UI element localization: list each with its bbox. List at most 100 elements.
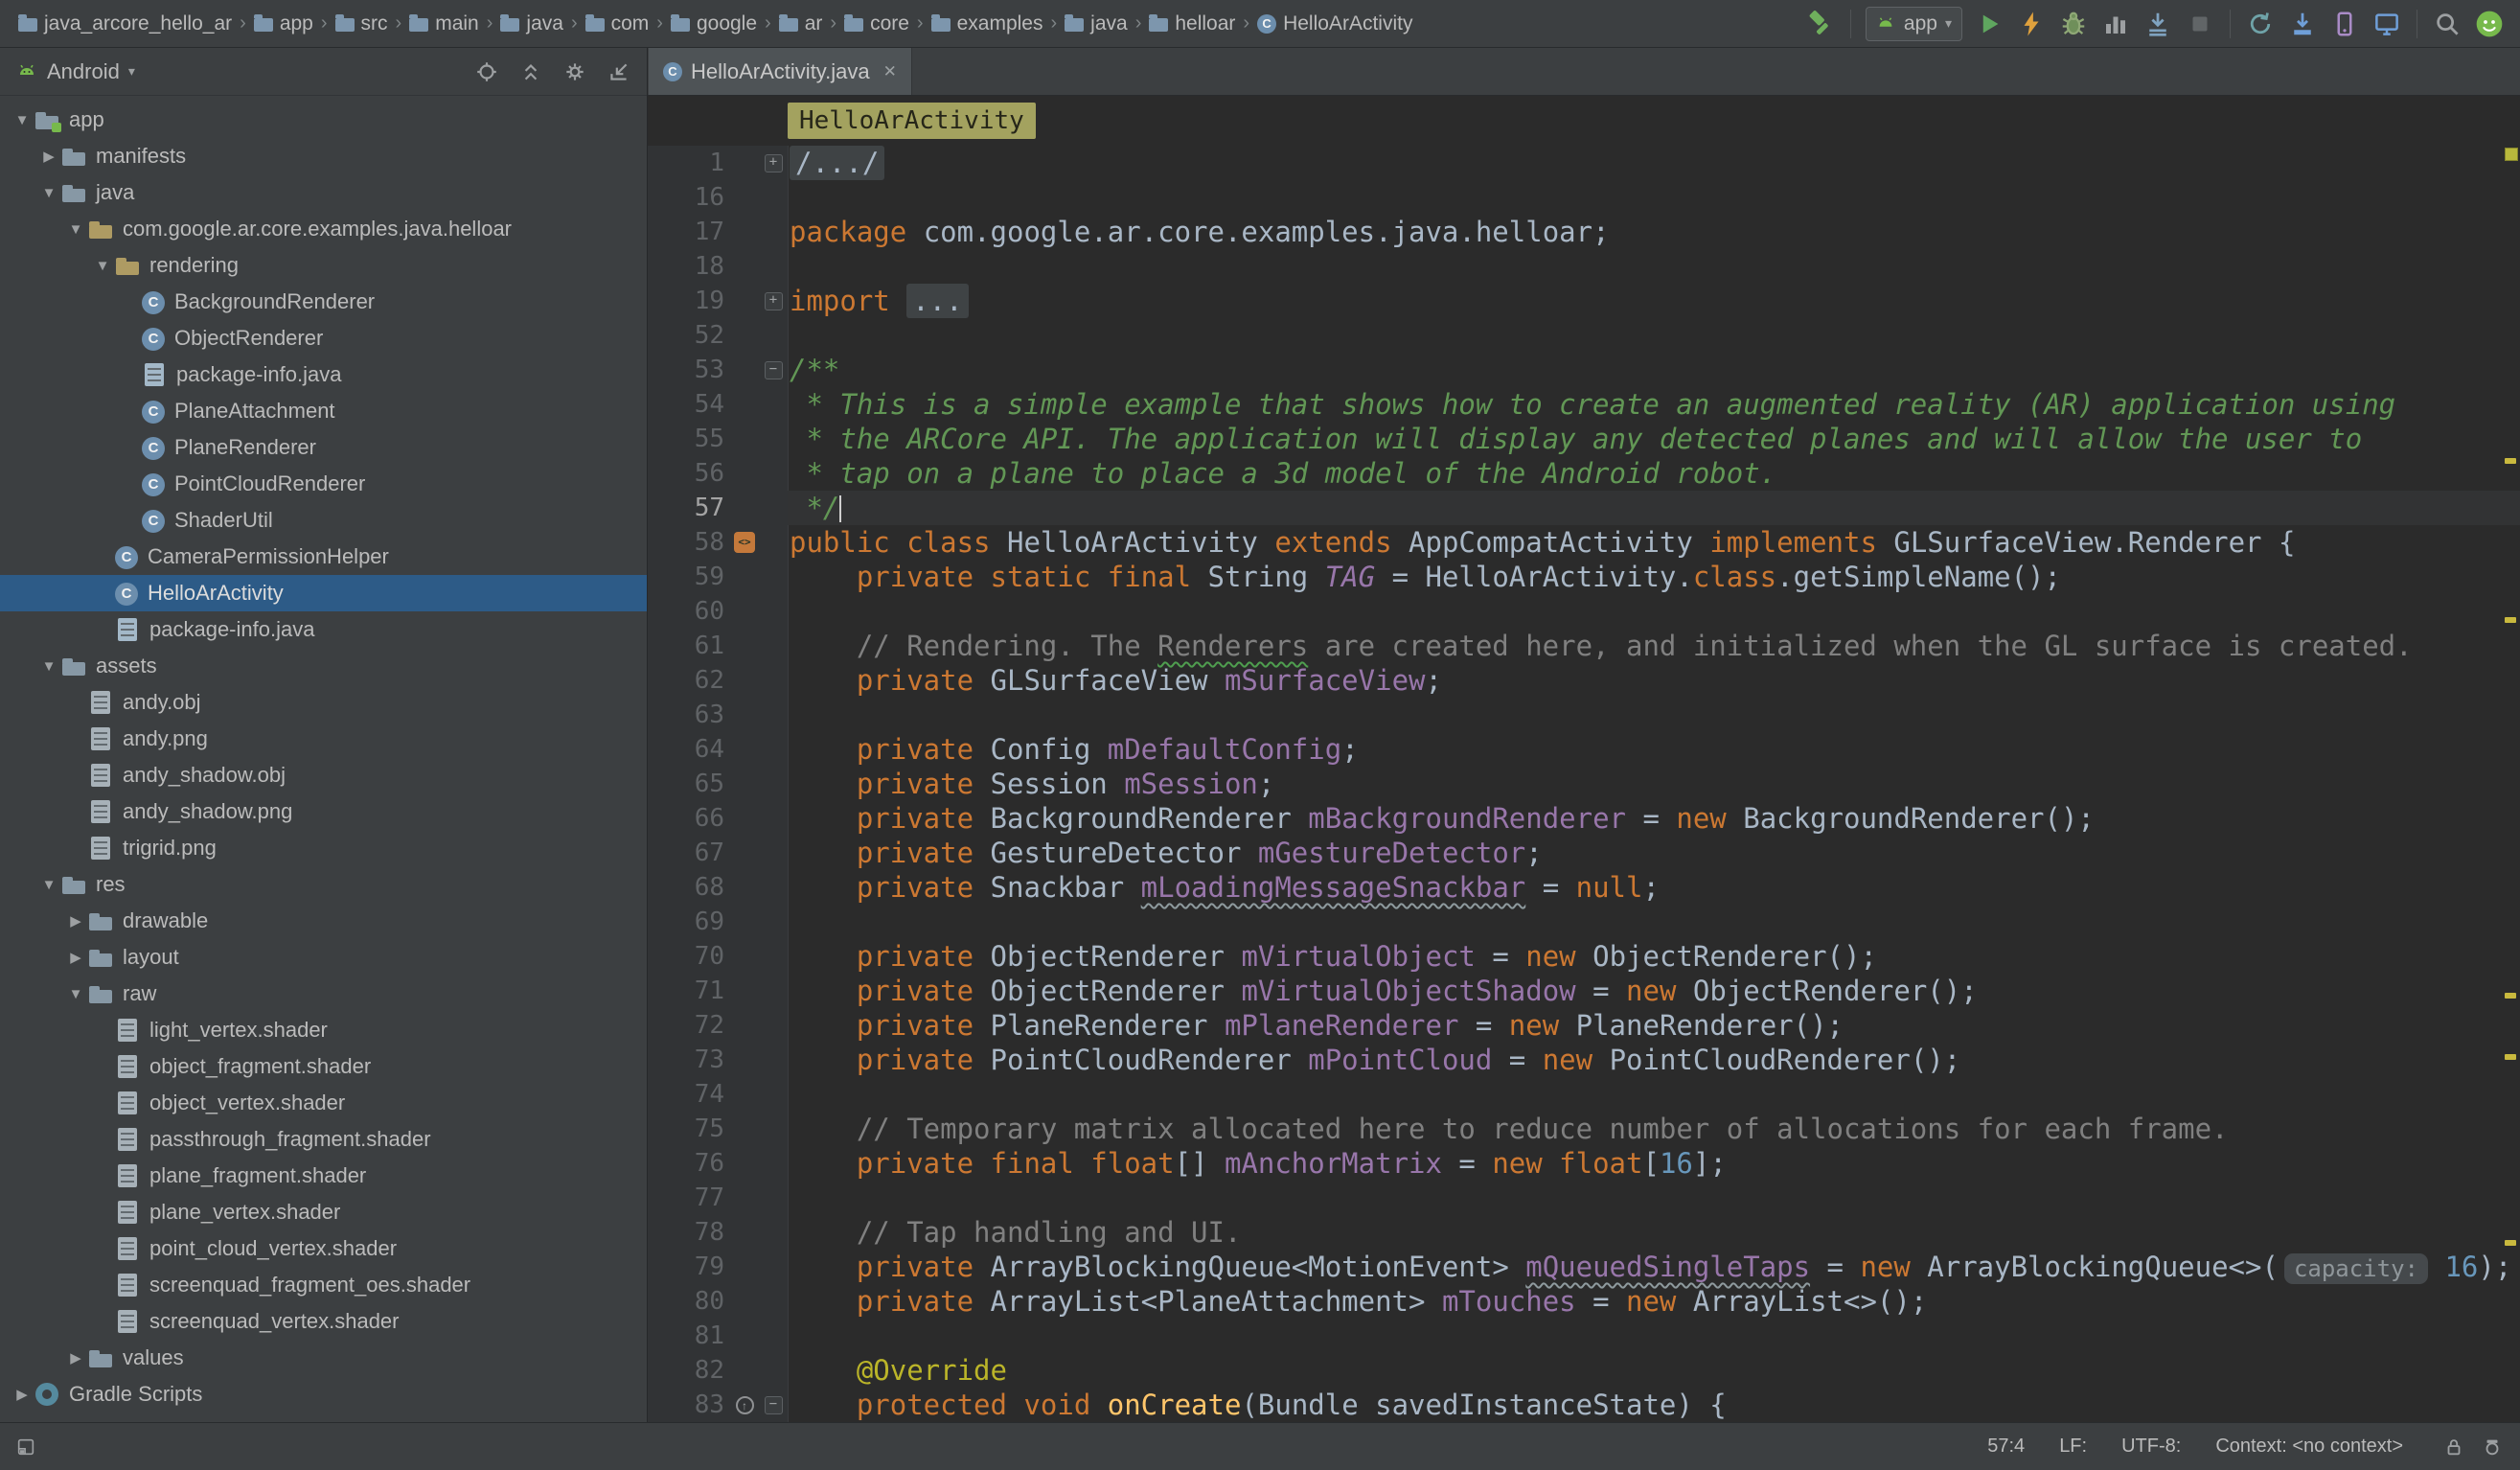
code-editor[interactable]: 1/.../1617package com.google.ar.core.exa… — [648, 146, 2520, 1422]
tree-item[interactable]: passthrough_fragment.shader — [0, 1121, 647, 1158]
file-status-indicator[interactable] — [2505, 148, 2518, 161]
tree-item[interactable]: Gradle Scripts — [0, 1376, 647, 1413]
tree-item[interactable]: screenquad_fragment_oes.shader — [0, 1267, 647, 1303]
fold-plus-icon[interactable] — [759, 292, 788, 310]
breadcrumb-item[interactable]: HelloArActivity — [1252, 11, 1417, 37]
tree-item[interactable]: object_fragment.shader — [0, 1048, 647, 1085]
expand-arrow-icon[interactable] — [63, 1349, 88, 1367]
collapse-all-button[interactable] — [516, 57, 545, 86]
tree-item[interactable]: andy_shadow.obj — [0, 757, 647, 793]
tree-item[interactable]: light_vertex.shader — [0, 1012, 647, 1048]
tree-item[interactable]: BackgroundRenderer — [0, 284, 647, 320]
tree-item[interactable]: andy.png — [0, 721, 647, 757]
tool-window-title[interactable]: Android — [47, 59, 120, 84]
warning-stripe-mark[interactable] — [2505, 617, 2516, 623]
error-stripe[interactable] — [2503, 146, 2520, 1422]
android-component-icon[interactable] — [734, 532, 755, 553]
attach-debugger-button[interactable] — [2139, 5, 2177, 43]
fold-minus-icon[interactable] — [759, 1396, 788, 1414]
overriding-method-icon[interactable] — [736, 1396, 754, 1414]
toolwindow-toggle-button[interactable] — [11, 1433, 40, 1461]
line-separator-widget[interactable]: LF: — [2059, 1436, 2087, 1458]
android-monitor-button[interactable] — [2368, 5, 2406, 43]
tree-item[interactable]: andy.obj — [0, 684, 647, 721]
breadcrumb-item[interactable]: java_arcore_hello_ar — [13, 11, 237, 37]
breadcrumb-item[interactable]: core — [839, 11, 914, 37]
breadcrumb-item[interactable]: main — [404, 11, 484, 37]
device-manager-button[interactable] — [2325, 5, 2364, 43]
stop-button[interactable] — [2181, 5, 2219, 43]
hide-panel-button[interactable] — [605, 57, 633, 86]
breadcrumb-item[interactable]: com — [581, 11, 654, 37]
tree-item[interactable]: CameraPermissionHelper — [0, 539, 647, 575]
tree-item[interactable]: screenquad_vertex.shader — [0, 1303, 647, 1340]
locate-file-button[interactable] — [472, 57, 501, 86]
tree-item[interactable]: app — [0, 102, 647, 138]
breadcrumb-item[interactable]: java — [495, 11, 568, 37]
fold-plus-icon[interactable] — [759, 154, 788, 172]
expand-arrow-icon[interactable] — [63, 912, 88, 930]
breadcrumb-item[interactable]: examples — [927, 11, 1048, 37]
tree-item[interactable]: res — [0, 866, 647, 903]
breadcrumb-item[interactable]: src — [331, 11, 393, 37]
caret-position-widget[interactable]: 57:4 — [1987, 1436, 2025, 1458]
breadcrumb-item[interactable]: java — [1060, 11, 1133, 37]
breadcrumb-item[interactable]: helloar — [1144, 11, 1240, 37]
tree-item[interactable]: PlaneAttachment — [0, 393, 647, 429]
expand-arrow-icon[interactable] — [36, 148, 61, 165]
fold-minus-icon[interactable] — [759, 361, 788, 379]
tree-item[interactable]: PlaneRenderer — [0, 429, 647, 466]
collapse-arrow-icon[interactable] — [36, 877, 61, 893]
close-tab-icon[interactable] — [883, 62, 897, 81]
tree-item[interactable]: rendering — [0, 247, 647, 284]
collapse-arrow-icon[interactable] — [36, 658, 61, 675]
tree-item[interactable]: plane_fragment.shader — [0, 1158, 647, 1194]
tree-item[interactable]: layout — [0, 939, 647, 976]
breadcrumb-item[interactable]: google — [666, 11, 762, 37]
profiler-button[interactable] — [2096, 5, 2135, 43]
breadcrumb-item[interactable]: ar — [774, 11, 828, 37]
warning-stripe-mark[interactable] — [2505, 1054, 2516, 1060]
apply-changes-button[interactable] — [2012, 5, 2050, 43]
tree-item[interactable]: package-info.java — [0, 611, 647, 648]
run-button[interactable] — [1970, 5, 2008, 43]
tree-item[interactable]: java — [0, 174, 647, 211]
breadcrumb-item[interactable]: app — [249, 11, 318, 37]
tree-item[interactable]: assets — [0, 648, 647, 684]
assistant-button[interactable] — [2470, 5, 2509, 43]
tree-item[interactable]: manifests — [0, 138, 647, 174]
tree-item[interactable]: plane_vertex.shader — [0, 1194, 647, 1230]
panel-settings-button[interactable] — [561, 57, 589, 86]
warning-stripe-mark[interactable] — [2505, 1240, 2516, 1246]
collapse-arrow-icon[interactable] — [10, 112, 34, 128]
search-everywhere-button[interactable] — [2428, 5, 2466, 43]
warning-stripe-mark[interactable] — [2505, 458, 2516, 464]
write-lock-button[interactable] — [2443, 1436, 2464, 1458]
build-button[interactable] — [1801, 5, 1840, 43]
expand-arrow-icon[interactable] — [63, 949, 88, 966]
collapse-arrow-icon[interactable] — [63, 221, 88, 238]
tree-item[interactable]: com.google.ar.core.examples.java.helloar — [0, 211, 647, 247]
collapse-arrow-icon[interactable] — [63, 986, 88, 1002]
warning-stripe-mark[interactable] — [2505, 993, 2516, 999]
highlighting-level-button[interactable] — [2482, 1436, 2503, 1458]
editor-tab[interactable]: HelloArActivity.java — [649, 48, 912, 95]
tree-item[interactable]: drawable — [0, 903, 647, 939]
tree-item[interactable]: andy_shadow.png — [0, 793, 647, 830]
tree-item[interactable]: ShaderUtil — [0, 502, 647, 539]
tree-item[interactable]: ObjectRenderer — [0, 320, 647, 356]
debug-button[interactable] — [2054, 5, 2093, 43]
tree-item[interactable]: HelloArActivity — [0, 575, 647, 611]
tree-item[interactable]: object_vertex.shader — [0, 1085, 647, 1121]
expand-arrow-icon[interactable] — [10, 1386, 34, 1403]
tree-item[interactable]: PointCloudRenderer — [0, 466, 647, 502]
project-tree[interactable]: appmanifestsjavacom.google.ar.core.examp… — [0, 96, 647, 1422]
collapse-arrow-icon[interactable] — [90, 258, 115, 274]
file-encoding-widget[interactable]: UTF-8: — [2121, 1436, 2181, 1458]
collapse-arrow-icon[interactable] — [36, 185, 61, 201]
run-configuration-select[interactable]: app — [1866, 7, 1962, 41]
sync-project-button[interactable] — [2241, 5, 2279, 43]
breadcrumb-class-chip[interactable]: HelloArActivity — [788, 103, 1036, 139]
sdk-manager-button[interactable] — [2283, 5, 2322, 43]
tree-item[interactable]: values — [0, 1340, 647, 1376]
